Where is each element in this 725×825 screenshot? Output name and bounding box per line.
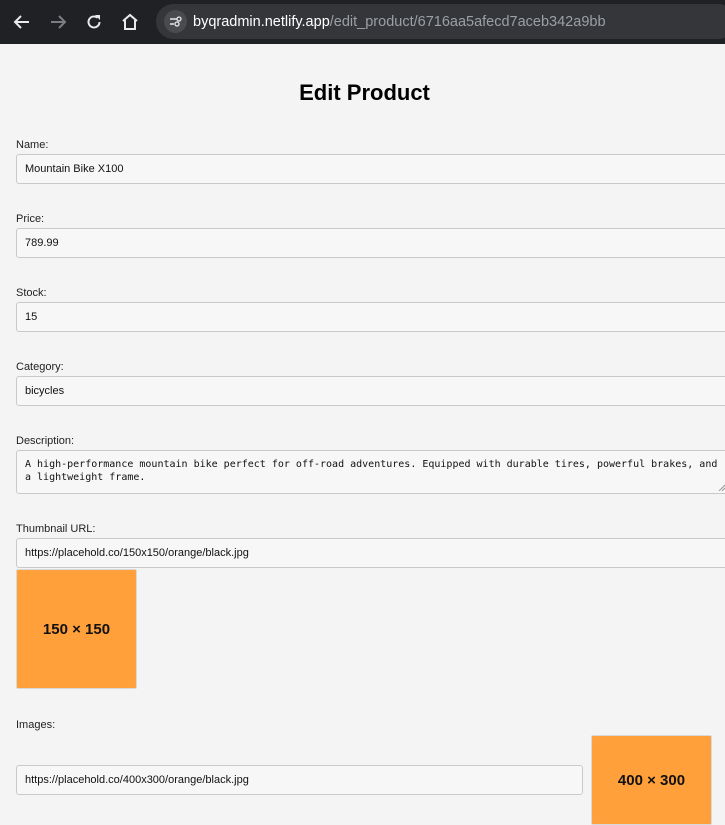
- name-input[interactable]: Mountain Bike X100: [16, 154, 725, 184]
- price-input[interactable]: 789.99: [16, 228, 725, 258]
- name-label: Name:: [16, 139, 49, 151]
- image-preview: 400 × 300: [591, 735, 712, 825]
- edit-product-page: Edit Product Name: Mountain Bike X100 Pr…: [0, 44, 725, 825]
- page-title: Edit Product: [299, 80, 430, 105]
- thumbnail-label: Thumbnail URL:: [16, 523, 96, 535]
- description-label: Description:: [16, 435, 75, 447]
- images-label: Images:: [16, 719, 56, 731]
- url-path: /edit_product/6716aa5afecd7aceb342a9bb: [329, 13, 606, 30]
- image-url-input[interactable]: https://placehold.co/400x300/orange/blac…: [16, 765, 583, 795]
- description-text: A high-performance mountain bike perfect…: [25, 459, 718, 483]
- reload-button[interactable]: [76, 0, 112, 44]
- stock-input[interactable]: 15: [16, 302, 725, 332]
- arrow-right-icon: [51, 15, 67, 29]
- home-button[interactable]: [112, 0, 148, 44]
- category-label: Category:: [16, 361, 64, 373]
- arrow-left-icon: [13, 15, 29, 29]
- back-button[interactable]: [4, 0, 40, 44]
- forward-button[interactable]: [40, 0, 76, 44]
- price-label: Price:: [16, 213, 45, 225]
- category-input[interactable]: bicycles: [16, 376, 725, 406]
- resize-handle-icon[interactable]: [717, 483, 725, 491]
- home-icon: [122, 13, 138, 30]
- url-host: byqradmin.netlify.app: [193, 13, 330, 30]
- site-info-icon[interactable]: [164, 10, 187, 33]
- description-textarea[interactable]: A high-performance mountain bike perfect…: [16, 450, 725, 494]
- thumbnail-url-input[interactable]: https://placehold.co/150x150/orange/blac…: [16, 538, 725, 568]
- stock-label: Stock:: [16, 287, 47, 299]
- browser-toolbar: byqradmin.netlify.app/edit_product/6716a…: [0, 0, 725, 44]
- address-bar[interactable]: byqradmin.netlify.app/edit_product/6716a…: [156, 4, 725, 39]
- thumbnail-preview: 150 × 150: [16, 569, 137, 689]
- reload-icon: [87, 15, 101, 29]
